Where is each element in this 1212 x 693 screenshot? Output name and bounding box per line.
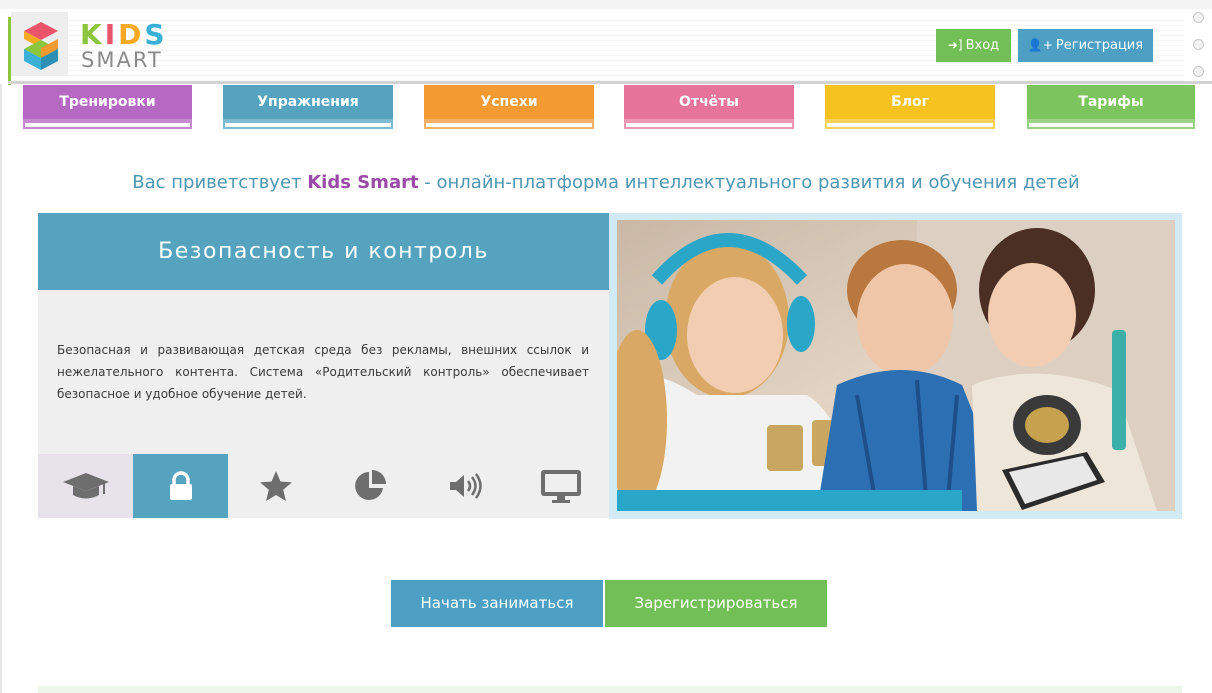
header-divider: [8, 81, 1212, 84]
feature-description: Безопасная и развивающая детская среда б…: [57, 343, 589, 401]
feature-icon-row: [38, 454, 609, 518]
lock-icon[interactable]: [133, 454, 228, 518]
scroll-dot-2[interactable]: [1193, 39, 1204, 50]
brand-logo-text[interactable]: KIDS SMART: [80, 20, 220, 74]
login-button[interactable]: ➜] Вход: [936, 29, 1011, 62]
welcome-prefix: Вас приветствует: [132, 172, 308, 193]
graduation-cap-icon[interactable]: [38, 454, 133, 518]
tab-reports[interactable]: Отчёты: [624, 85, 794, 129]
brand-smart: SMART: [81, 48, 163, 72]
tab-label: Тренировки: [23, 85, 192, 119]
tab-underline: [424, 119, 594, 129]
brand-kids: KIDS: [80, 20, 168, 50]
tab-label: Тарифы: [1027, 85, 1195, 119]
tab-pricing[interactable]: Тарифы: [1027, 85, 1195, 129]
page: KIDS SMART ➜] Вход 👤+ Регистрация Трениров…: [0, 0, 1212, 693]
tab-underline: [624, 119, 794, 129]
star-icon[interactable]: [228, 454, 323, 518]
tab-underline: [1027, 119, 1195, 129]
tab-label: Упражнения: [223, 85, 393, 119]
tab-blog[interactable]: Блог: [825, 85, 995, 129]
feature-panel: Безопасность и контроль Безопасная и раз…: [38, 213, 609, 518]
volume-icon[interactable]: [418, 454, 513, 518]
tab-label: Успехи: [424, 85, 594, 119]
logo-icon[interactable]: [11, 12, 68, 76]
tab-underline: [23, 119, 192, 129]
welcome-suffix: - онлайн-платформа интеллектуального раз…: [418, 172, 1080, 193]
brand-letter-s: S: [144, 18, 168, 51]
register-header-label: Регистрация: [1055, 38, 1144, 53]
tab-achievements[interactable]: Успехи: [424, 85, 594, 129]
tab-exercises[interactable]: Упражнения: [223, 85, 393, 129]
tab-trainings[interactable]: Тренировки: [23, 85, 192, 129]
tab-underline: [223, 119, 393, 129]
tab-label: Отчёты: [624, 85, 794, 119]
register-button[interactable]: Зарегистрироваться: [605, 580, 827, 627]
scroll-dot-3[interactable]: [1193, 66, 1204, 77]
tab-label: Блог: [825, 85, 995, 119]
pie-chart-icon[interactable]: [323, 454, 418, 518]
user-plus-icon: 👤+: [1027, 38, 1053, 52]
scroll-dot-1[interactable]: [1193, 12, 1204, 23]
sign-in-icon: ➜]: [947, 38, 963, 52]
feature-title: Безопасность и контроль: [38, 213, 609, 290]
monitor-icon[interactable]: [513, 454, 608, 518]
start-learning-button[interactable]: Начать заниматься: [391, 580, 603, 627]
brand-letter-i: I: [104, 18, 119, 51]
register-header-button[interactable]: 👤+ Регистрация: [1018, 29, 1153, 62]
bottom-strip: [38, 686, 1182, 693]
tab-underline: [825, 119, 995, 129]
welcome-heading: Вас приветствует Kids Smart - онлайн-пла…: [0, 172, 1212, 193]
login-label: Вход: [965, 38, 1000, 53]
welcome-brand: Kids Smart: [307, 172, 419, 193]
brand-letter-d: D: [118, 18, 145, 51]
brand-letter-k: K: [80, 18, 105, 51]
children-with-tablet-photo: [617, 220, 1175, 511]
